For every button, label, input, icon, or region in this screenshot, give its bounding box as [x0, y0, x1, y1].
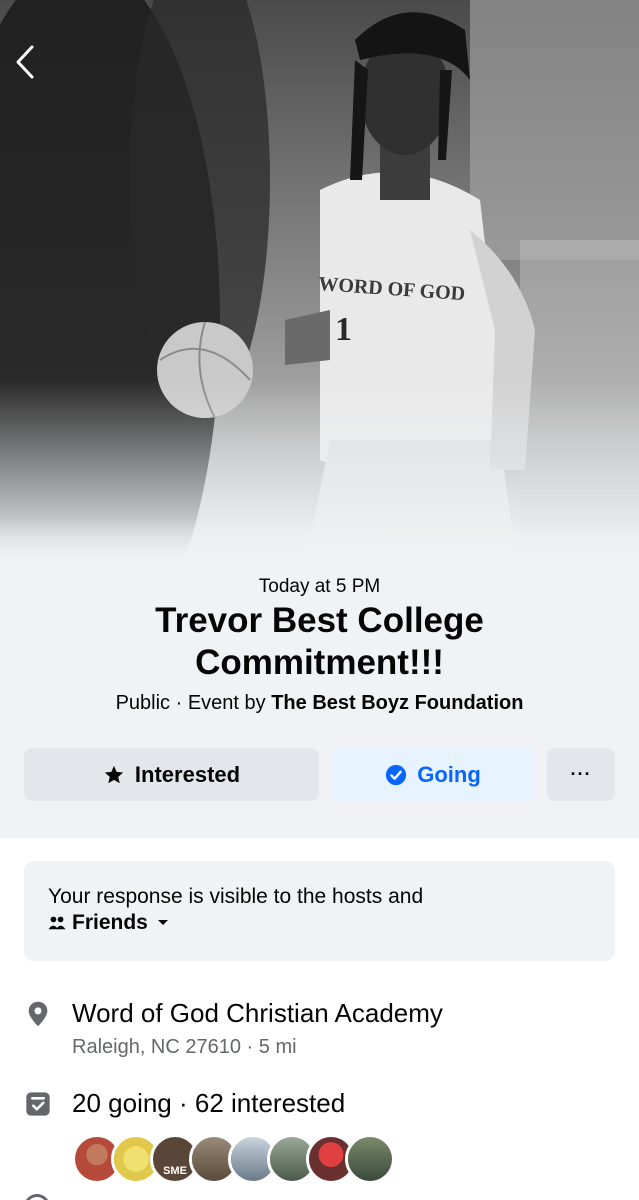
audience-label: Friends: [72, 911, 148, 934]
going-button[interactable]: Going: [331, 748, 535, 801]
caret-down-icon: [157, 920, 168, 925]
event-title: Trevor Best College Commitment!!!: [155, 601, 484, 682]
interested-label: Interested: [134, 761, 241, 787]
response-visibility-notice: Your response is visible to the hosts an…: [24, 861, 615, 961]
attendance-count: 20 going · 62 interested: [72, 1088, 346, 1118]
friends-icon: [48, 916, 66, 930]
event-host-link[interactable]: The Best Boyz Foundation: [271, 692, 523, 714]
audience-selector[interactable]: Friends: [48, 911, 591, 935]
event-privacy[interactable]: Public: [116, 692, 170, 714]
event-date: Today at 5 PM: [258, 576, 381, 597]
next-row-icon: [24, 1194, 50, 1200]
going-label: Going: [417, 761, 481, 787]
back-button[interactable]: [14, 44, 58, 88]
location-name: Word of God Christian Academy: [72, 998, 443, 1028]
attendance-row[interactable]: 20 going · 62 interested: [24, 1088, 615, 1128]
jersey-number: 1: [335, 311, 352, 348]
avatar[interactable]: [345, 1134, 395, 1184]
location-pin-icon: [28, 1001, 48, 1027]
attendee-avatars[interactable]: SME: [72, 1134, 402, 1186]
notice-text: Your response is visible to the hosts an…: [48, 885, 424, 908]
interested-button[interactable]: Interested: [24, 748, 319, 801]
star-icon: [104, 765, 124, 783]
event-cover-photo: WORD OF GOD 1: [0, 0, 639, 600]
event-header: Today at 5 PM Trevor Best College Commit…: [0, 520, 639, 838]
calendar-check-icon: [26, 1092, 50, 1116]
location-address: Raleigh, NC 27610 · 5 mi: [72, 1036, 297, 1058]
more-options-button[interactable]: ···: [547, 748, 615, 801]
chevron-left-icon: [16, 45, 34, 79]
event-by-label: Event by: [187, 692, 266, 714]
location-row[interactable]: Word of God Christian Academy Raleigh, N…: [24, 998, 615, 1068]
check-circle-icon: [386, 764, 407, 785]
event-meta: Public · Event by The Best Boyz Foundati…: [115, 692, 524, 714]
more-icon: ···: [570, 764, 592, 784]
